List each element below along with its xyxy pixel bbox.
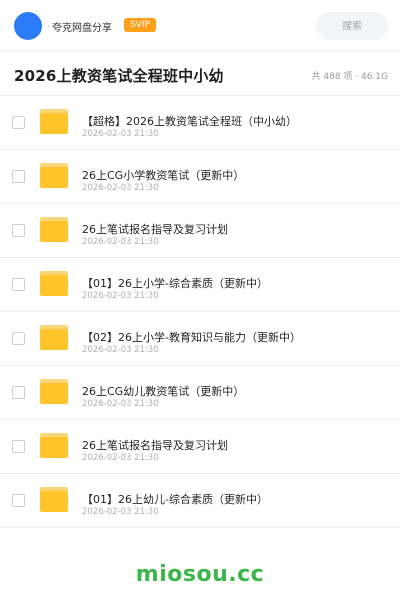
svip-badge: SVIP bbox=[124, 18, 156, 32]
row-checkbox[interactable] bbox=[12, 332, 25, 345]
row-checkbox[interactable] bbox=[12, 494, 25, 507]
file-date: 2026-02-03 21:30 bbox=[82, 399, 159, 409]
row-checkbox[interactable] bbox=[12, 224, 25, 237]
file-date: 2026-02-03 21:30 bbox=[82, 237, 159, 247]
folder-icon bbox=[40, 379, 68, 404]
file-date: 2026-02-03 21:30 bbox=[82, 129, 159, 139]
site-watermark: miosou.cc bbox=[135, 562, 265, 587]
file-row[interactable]: 26上笔试报名指导及复习计划 2026-02-03 21:30 bbox=[0, 420, 400, 474]
file-row[interactable]: 26上笔试报名指导及复习计划 2026-02-03 21:30 bbox=[0, 204, 400, 258]
file-name: 26上CG小学教资笔试（更新中） bbox=[82, 169, 245, 182]
item-summary: 共 488 项 · 46.1G bbox=[311, 72, 389, 82]
folder-icon bbox=[40, 433, 68, 458]
file-row[interactable]: 26上CG幼儿教资笔试（更新中） 2026-02-03 21:30 bbox=[0, 366, 400, 420]
file-date: 2026-02-03 21:30 bbox=[82, 507, 159, 517]
search-input[interactable] bbox=[322, 20, 382, 32]
folder-icon bbox=[40, 271, 68, 296]
file-date: 2026-02-03 21:30 bbox=[82, 291, 159, 301]
folder-icon bbox=[40, 109, 68, 134]
page-title: 2026上教资笔试全程班中小幼 bbox=[14, 67, 224, 85]
folder-icon bbox=[40, 217, 68, 242]
row-checkbox[interactable] bbox=[12, 116, 25, 129]
folder-icon bbox=[40, 163, 68, 188]
search-box[interactable] bbox=[316, 12, 388, 40]
file-row[interactable]: 【01】26上小学-综合素质（更新中） 2026-02-03 21:30 bbox=[0, 258, 400, 312]
row-checkbox[interactable] bbox=[12, 278, 25, 291]
file-name: 26上笔试报名指导及复习计划 bbox=[82, 439, 228, 452]
share-owner-name: 夸克网盘分享 bbox=[52, 23, 112, 34]
folder-icon bbox=[40, 325, 68, 350]
file-row[interactable]: 26上CG小学教资笔试（更新中） 2026-02-03 21:30 bbox=[0, 150, 400, 204]
file-name: 【02】26上小学-教育知识与能力（更新中） bbox=[82, 331, 301, 344]
file-name: 【01】26上幼儿-综合素质（更新中） bbox=[82, 493, 268, 506]
file-list: 【超格】2026上教资笔试全程班（中小幼） 2026-02-03 21:30 2… bbox=[0, 96, 400, 528]
row-checkbox[interactable] bbox=[12, 386, 25, 399]
top-bar: 夸克网盘分享 SVIP bbox=[0, 0, 400, 52]
file-name: 【01】26上小学-综合素质（更新中） bbox=[82, 277, 268, 290]
user-avatar[interactable] bbox=[14, 12, 42, 40]
file-date: 2026-02-03 21:30 bbox=[82, 345, 159, 355]
file-name: 26上CG幼儿教资笔试（更新中） bbox=[82, 385, 245, 398]
file-row[interactable]: 【超格】2026上教资笔试全程班（中小幼） 2026-02-03 21:30 bbox=[0, 96, 400, 150]
file-name: 【超格】2026上教资笔试全程班（中小幼） bbox=[82, 115, 297, 128]
folder-icon bbox=[40, 487, 68, 512]
file-row[interactable]: 【01】26上幼儿-综合素质（更新中） 2026-02-03 21:30 bbox=[0, 474, 400, 528]
file-date: 2026-02-03 21:30 bbox=[82, 453, 159, 463]
share-page: 夸克网盘分享 SVIP 2026上教资笔试全程班中小幼 共 488 项 · 46… bbox=[0, 0, 400, 600]
row-checkbox[interactable] bbox=[12, 440, 25, 453]
file-name: 26上笔试报名指导及复习计划 bbox=[82, 223, 228, 236]
folder-header: 2026上教资笔试全程班中小幼 共 488 项 · 46.1G bbox=[0, 52, 400, 96]
row-checkbox[interactable] bbox=[12, 170, 25, 183]
file-row[interactable]: 【02】26上小学-教育知识与能力（更新中） 2026-02-03 21:30 bbox=[0, 312, 400, 366]
file-date: 2026-02-03 21:30 bbox=[82, 183, 159, 193]
